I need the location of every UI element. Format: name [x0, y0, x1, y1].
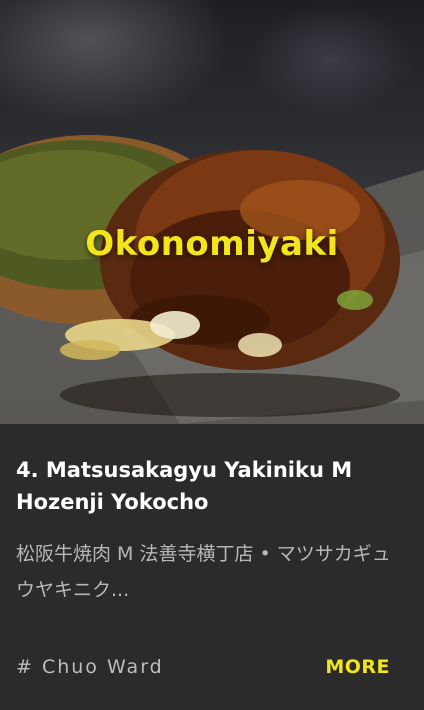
restaurant-card[interactable]: Okonomiyaki 4. Matsusakagyu Yakiniku M H… — [0, 0, 424, 710]
restaurant-name[interactable]: 4. Matsusakagyu Yakiniku M Hozenji Yokoc… — [16, 454, 408, 518]
okonomiyaki-photo-illustration — [0, 135, 424, 424]
food-photo[interactable]: Okonomiyaki — [0, 0, 424, 424]
category-title: Okonomiyaki — [85, 224, 339, 264]
location-tag[interactable]: # Chuo Ward — [16, 656, 164, 678]
listing-info: 4. Matsusakagyu Yakiniku M Hozenji Yokoc… — [0, 424, 424, 710]
restaurant-japanese-name: 松阪牛焼肉 M 法善寺横丁店 • マツサカギュウヤキニク... — [16, 543, 391, 601]
more-button[interactable]: MORE — [325, 656, 390, 678]
